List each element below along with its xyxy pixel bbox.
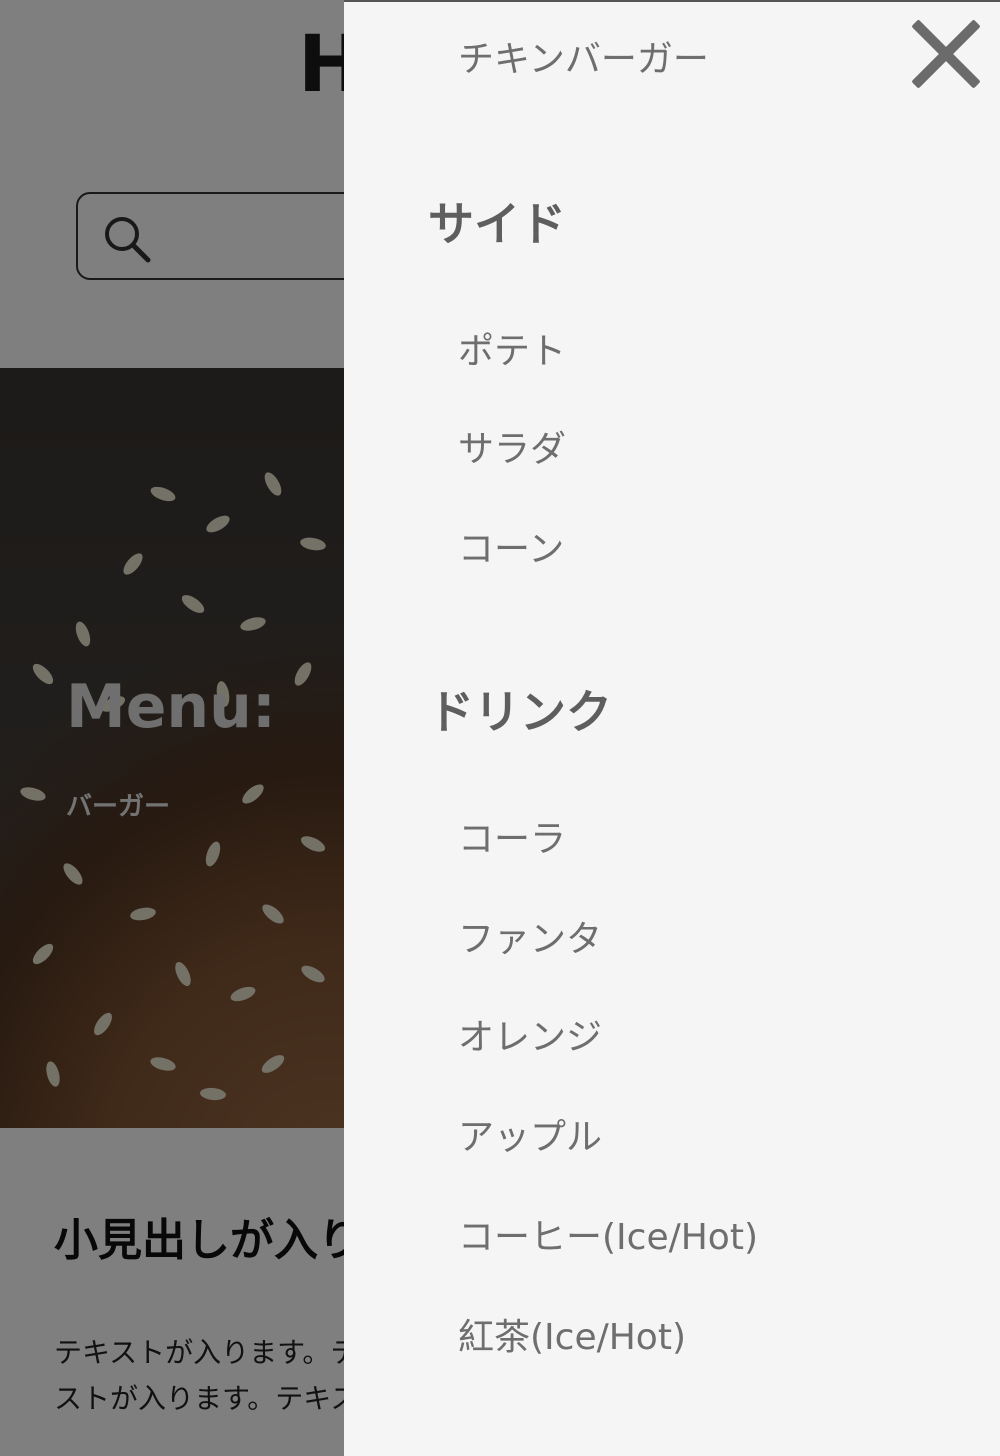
menu-item-coffee[interactable]: コーヒー(Ice/Hot): [458, 1208, 758, 1260]
menu-item-corn[interactable]: コーン: [458, 520, 564, 572]
menu-drawer: チキンバーガー サイド ポテト サラダ コーン ドリンク コーラ ファンタ オレ…: [344, 0, 1000, 1456]
menu-item-fanta[interactable]: ファンタ: [458, 910, 602, 962]
menu-item-apple[interactable]: アップル: [458, 1108, 602, 1160]
menu-item-salad[interactable]: サラダ: [458, 420, 566, 472]
category-heading-side: サイド: [428, 197, 566, 251]
menu-item-orange[interactable]: オレンジ: [458, 1008, 602, 1060]
menu-item-cola[interactable]: コーラ: [458, 810, 566, 862]
menu-item-potato[interactable]: ポテト: [458, 322, 566, 374]
close-icon[interactable]: [908, 16, 984, 92]
menu-item-tea[interactable]: 紅茶(Ice/Hot): [458, 1308, 686, 1360]
category-heading-drink: ドリンク: [428, 685, 612, 739]
menu-item-chicken-burger[interactable]: チキンバーガー: [458, 30, 709, 82]
